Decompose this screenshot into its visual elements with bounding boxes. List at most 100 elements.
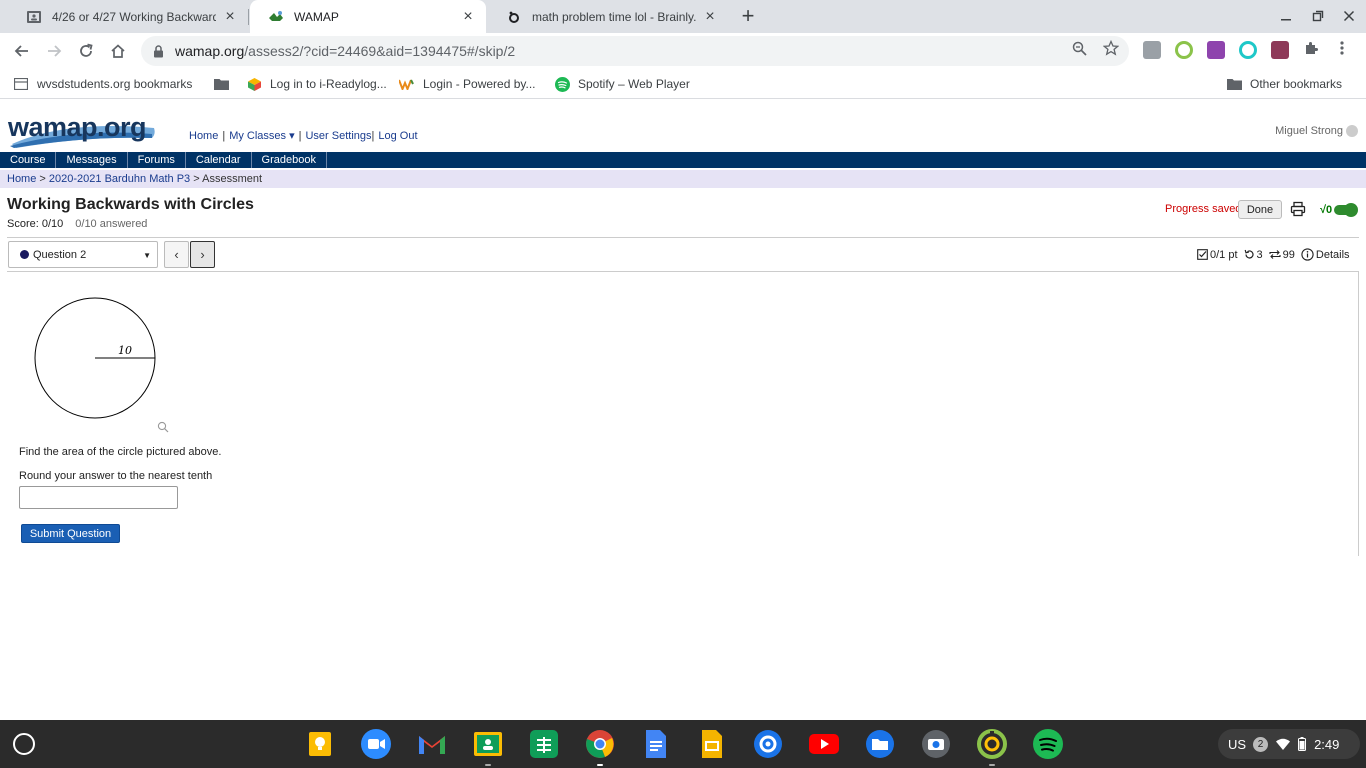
checkbox-icon (1197, 249, 1208, 260)
nav-home-link[interactable]: Home (189, 130, 218, 142)
answer-input[interactable] (19, 486, 178, 509)
radius-label: 10 (118, 344, 132, 357)
assessment-title: Working Backwards with Circles (7, 196, 254, 213)
nav-gradebook[interactable]: Gradebook (252, 152, 327, 168)
iready-cube-icon (246, 76, 262, 92)
extension-circle-icon[interactable] (1239, 41, 1257, 59)
close-tab-icon[interactable]: × (702, 8, 718, 25)
nav-calendar[interactable]: Calendar (186, 152, 252, 168)
circle-diagram: 10 (34, 297, 156, 419)
math-entry-toggle[interactable]: √0 (1320, 201, 1360, 219)
lock-icon (153, 44, 167, 58)
extensions-puzzle-icon[interactable] (1302, 38, 1322, 58)
bookmark-star-icon[interactable] (1101, 38, 1121, 58)
nav-forums[interactable]: Forums (128, 152, 186, 168)
forward-icon[interactable] (42, 39, 66, 63)
tab-separator (248, 9, 249, 25)
breadcrumb-home[interactable]: Home (7, 173, 36, 185)
nav-user-settings-link[interactable]: User Settings (305, 130, 371, 142)
nav-my-classes-link[interactable]: My Classes ▾ (229, 130, 294, 142)
settings-app-icon[interactable] (752, 728, 784, 760)
camera-app-icon[interactable] (920, 728, 952, 760)
next-question-button[interactable]: › (190, 241, 215, 268)
minimize-icon[interactable] (1276, 6, 1296, 26)
reload-icon[interactable] (74, 39, 98, 63)
spotify-icon (554, 76, 570, 92)
close-tab-icon[interactable]: × (460, 8, 476, 25)
chevron-right-icon: › (200, 247, 205, 262)
user-name: Miguel Strong (1275, 125, 1343, 137)
close-tab-icon[interactable]: × (222, 8, 238, 25)
browser-menu-icon[interactable] (1332, 38, 1352, 58)
tab-title: WAMAP (294, 9, 339, 24)
bookmark-label: Other bookmarks (1250, 77, 1343, 91)
files-app-icon[interactable] (864, 728, 896, 760)
tab-strip: 4/26 or 4/27 Working Backward × WAMAP × … (0, 0, 1366, 33)
wifi-icon (1276, 738, 1291, 750)
classroom-app-icon[interactable] (472, 728, 504, 766)
running-indicator (597, 764, 603, 766)
bookmarks-bar: wvsdstudents.org bookmarks Log in to i-R… (0, 69, 1366, 99)
tab-brainly[interactable]: math problem time lol - Brainly.c × (488, 0, 728, 33)
docs-app-icon[interactable] (640, 728, 672, 760)
bookmark-login[interactable]: Login - Powered by... (399, 75, 536, 93)
toggle-switch (1334, 203, 1359, 217)
nav-course[interactable]: Course (0, 152, 57, 168)
breadcrumb-course[interactable]: 2020-2021 Barduhn Math P3 (49, 173, 190, 185)
keep-app-icon[interactable] (304, 728, 336, 760)
user-menu[interactable]: Miguel Strong (1275, 125, 1358, 137)
attempts-count: 99 (1282, 248, 1295, 261)
extension-puzzle-purple-icon[interactable] (1207, 41, 1225, 59)
nav-log-out-link[interactable]: Log Out (378, 130, 417, 142)
done-button[interactable]: Done (1238, 200, 1282, 219)
restore-icon[interactable] (1308, 6, 1328, 26)
os-shelf: US 2 2:49 (0, 720, 1366, 768)
wamap-logo[interactable]: wamap.org (6, 110, 156, 148)
close-window-icon[interactable] (1339, 6, 1359, 26)
math-entry-label: √0 (1320, 204, 1333, 216)
address-bar[interactable]: wamap.org/assess2/?cid=24469&aid=1394475… (141, 36, 1129, 66)
nav-messages[interactable]: Messages (56, 152, 128, 168)
bookmark-label: Login - Powered by... (423, 77, 536, 91)
points: 0/1 pt (1210, 248, 1238, 261)
home-icon[interactable] (106, 39, 130, 63)
back-icon[interactable] (10, 39, 34, 63)
details-link[interactable]: Details (1316, 249, 1350, 261)
tab-title: 4/26 or 4/27 Working Backward (52, 9, 216, 24)
new-tab-button[interactable]: + (737, 3, 759, 28)
submit-question-button[interactable]: Submit Question (21, 524, 120, 543)
w-logo-icon (399, 76, 415, 92)
caret-down-icon: ▼ (143, 251, 151, 260)
info-icon[interactable] (1301, 248, 1314, 261)
question-select[interactable]: Question 2 ▼ (8, 241, 158, 268)
extension-ready-icon[interactable] (1175, 41, 1193, 59)
print-icon[interactable] (1290, 201, 1308, 219)
youtube-app-icon[interactable] (808, 728, 840, 760)
bookmark-iready[interactable]: Log in to i-Readylog... (246, 75, 387, 93)
sheets-app-icon[interactable] (528, 728, 560, 760)
extension-copy-icon[interactable] (1143, 41, 1161, 59)
tab-wamap[interactable]: WAMAP × (250, 0, 486, 33)
breadcrumb: Home > 2020-2021 Barduhn Math P3 > Asses… (0, 170, 1366, 188)
extension-pdf-icon[interactable] (1271, 41, 1289, 59)
other-bookmarks[interactable]: Other bookmarks (1226, 75, 1342, 93)
zoom-icon[interactable] (1069, 38, 1089, 58)
classroom-icon (26, 9, 42, 25)
slides-app-icon[interactable] (696, 728, 728, 760)
zoom-app-icon[interactable] (360, 728, 392, 760)
magnify-icon[interactable] (157, 421, 169, 433)
running-indicator (989, 764, 995, 766)
bookmark-wvsd[interactable]: wvsdstudents.org bookmarks (13, 75, 192, 93)
bookmark-folder[interactable] (213, 75, 237, 93)
status-tray[interactable]: US 2 2:49 (1218, 729, 1360, 759)
divider (7, 237, 1359, 238)
previous-question-button[interactable]: ‹ (164, 241, 189, 268)
launcher-icon[interactable] (13, 733, 35, 755)
tab-working-backwards[interactable]: 4/26 or 4/27 Working Backward × (8, 0, 248, 33)
gmail-app-icon[interactable] (416, 728, 448, 760)
ready-app-icon[interactable] (976, 728, 1008, 766)
bookmark-spotify[interactable]: Spotify – Web Player (554, 75, 690, 93)
chrome-app-icon[interactable] (584, 728, 616, 766)
spotify-app-icon[interactable] (1032, 728, 1064, 760)
score-line: Score: 0/10 0/10 answered (7, 218, 147, 230)
